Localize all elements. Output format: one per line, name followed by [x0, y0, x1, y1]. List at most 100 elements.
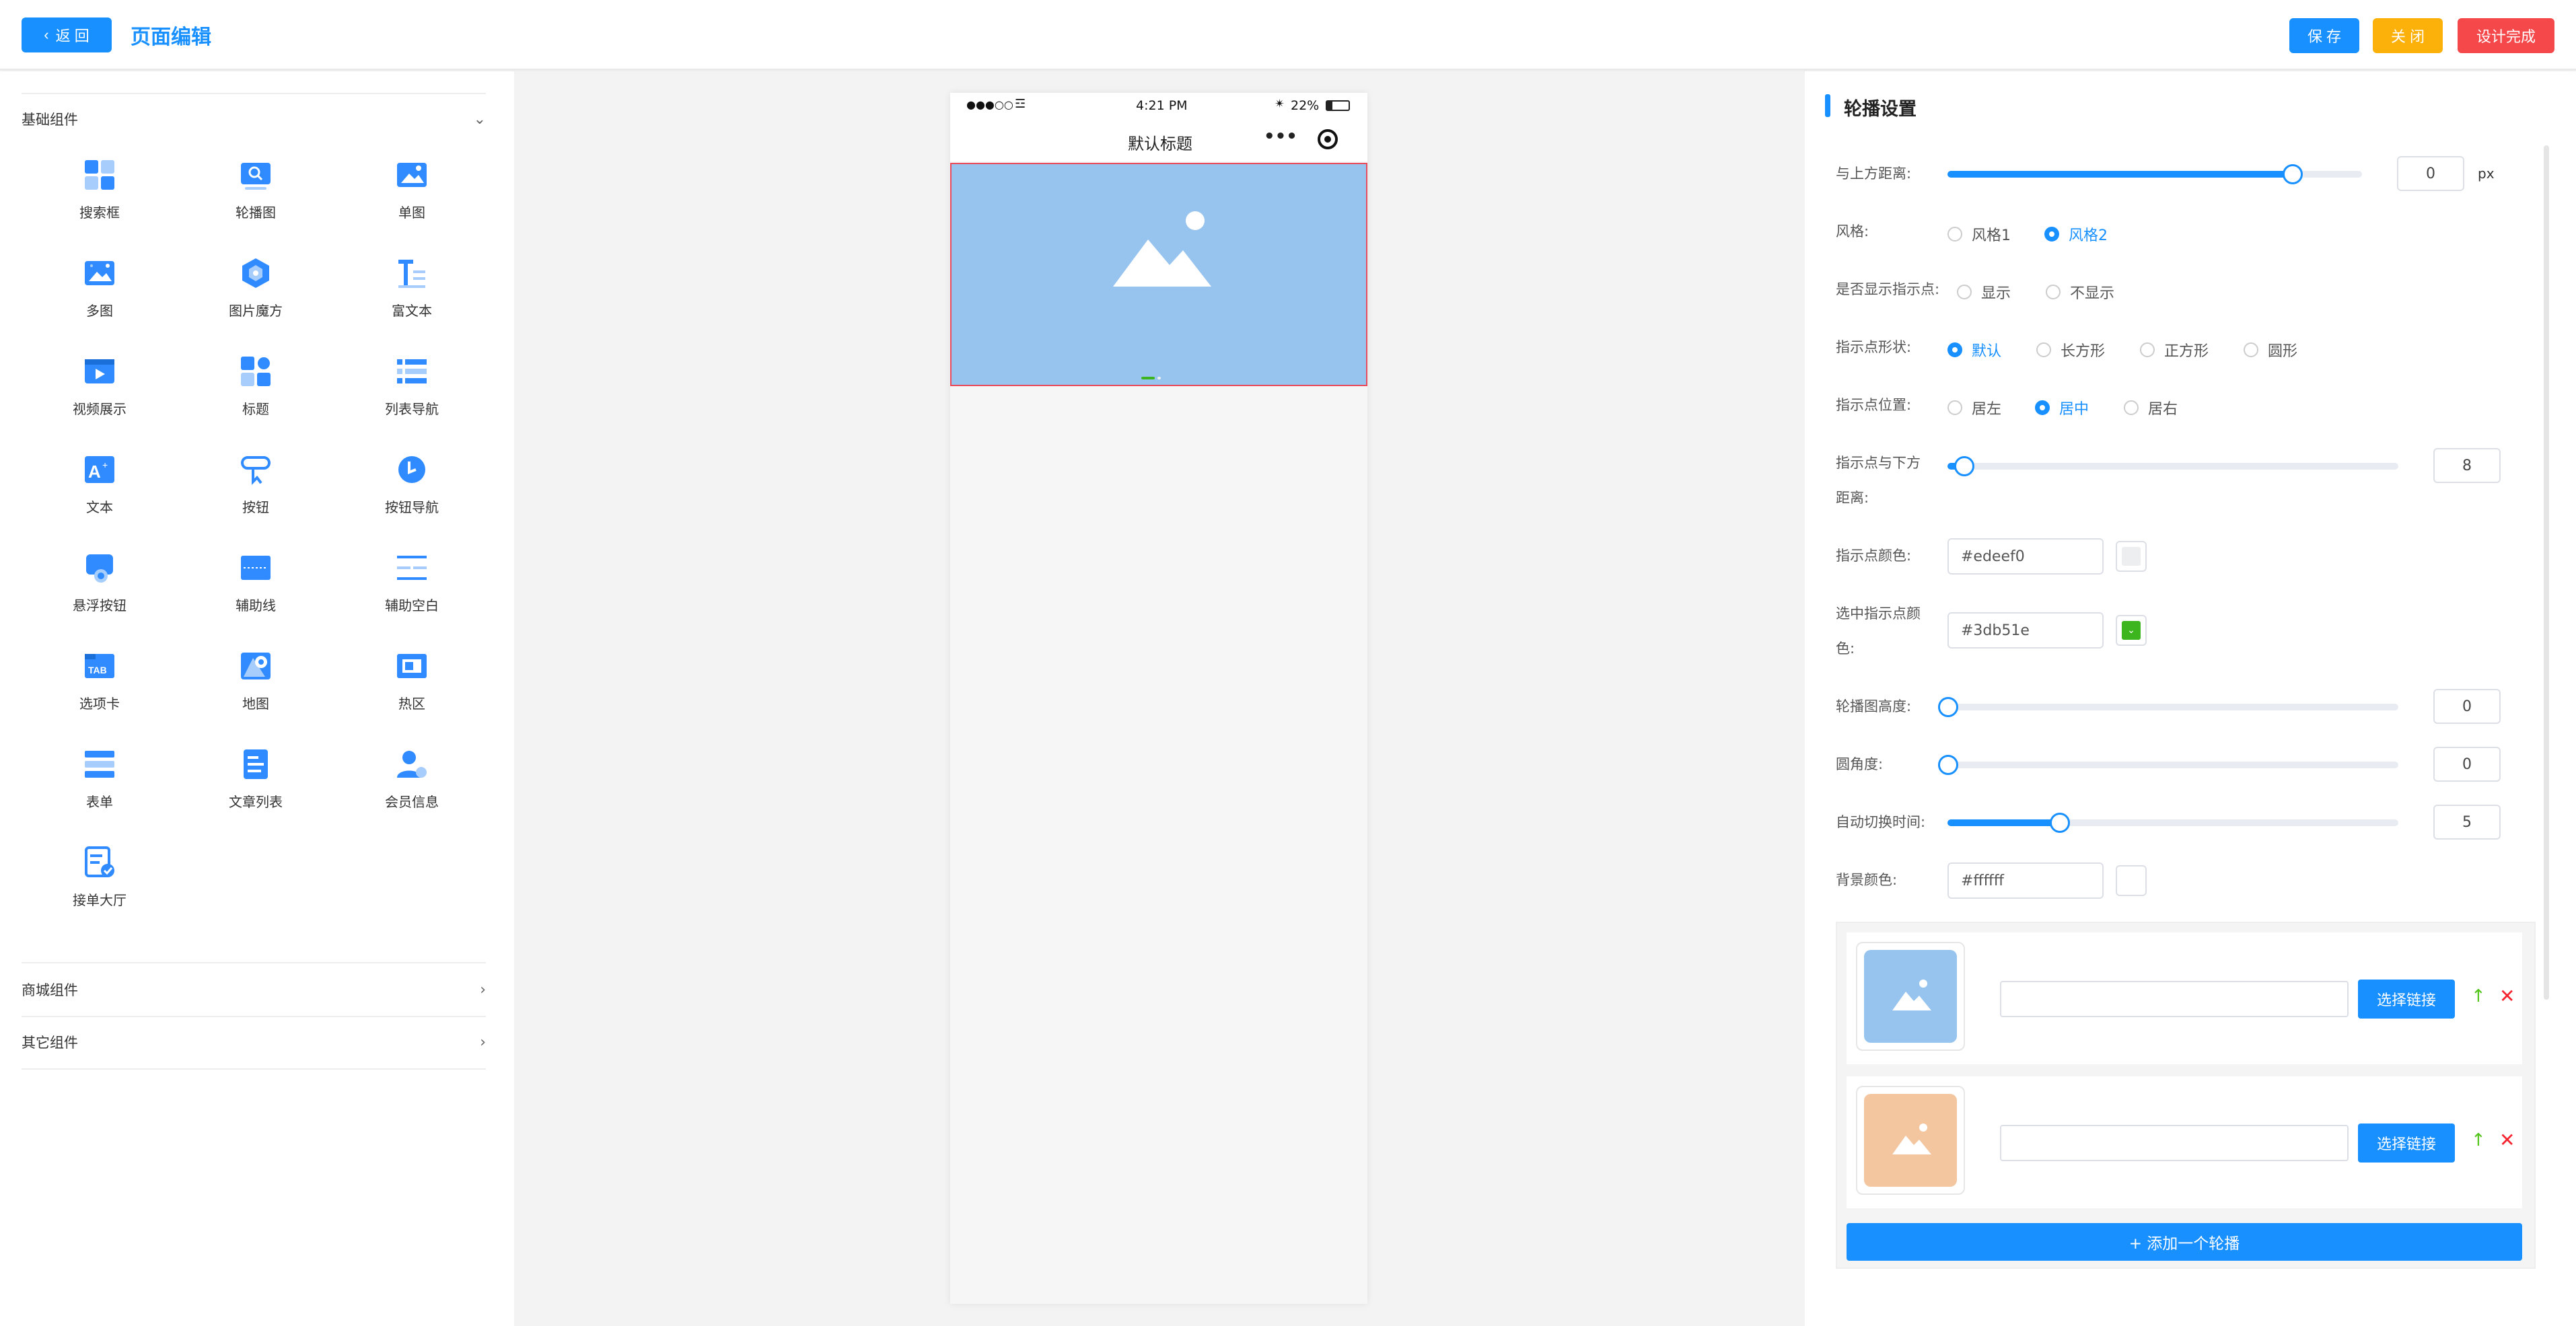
component-item[interactable]: 富文本	[334, 256, 490, 343]
status-time: 4:21 PM	[1136, 98, 1188, 113]
carousel-item: 选择链接 ↑ ✕	[1847, 932, 2522, 1064]
component-item[interactable]: 列表导航	[334, 354, 490, 441]
active-dot-color-picker[interactable]: ⌄	[2116, 615, 2147, 646]
component-item[interactable]: 表单	[22, 747, 178, 834]
top-distance-slider[interactable]	[1947, 164, 2362, 184]
carousel-item-thumbnail[interactable]	[1856, 942, 1965, 1051]
scrollbar[interactable]	[2544, 145, 2549, 1000]
component-item[interactable]: 热区	[334, 649, 490, 736]
active-dot-color-label-line2: 色:	[1836, 640, 1855, 657]
dot-color-input[interactable]: #edeef0	[1947, 538, 2104, 575]
section-mall-components[interactable]: 商城组件 ›	[22, 963, 486, 1016]
design-complete-button[interactable]: 设计完成	[2458, 18, 2554, 53]
slider-knob[interactable]	[1938, 697, 1958, 717]
remove-icon[interactable]: ✕	[2499, 985, 2515, 1007]
color-preview	[2122, 547, 2141, 566]
carousel-height-input[interactable]: 0	[2433, 689, 2501, 724]
slider-knob[interactable]	[1954, 456, 1974, 476]
bg-color-picker[interactable]	[2116, 865, 2147, 896]
component-label: 富文本	[392, 303, 432, 319]
save-button[interactable]: 保 存	[2289, 18, 2359, 53]
slider-knob[interactable]	[2283, 164, 2303, 184]
carousel-height-slider[interactable]	[1938, 697, 2398, 717]
chevron-right-icon: ›	[480, 1033, 486, 1051]
dot-shape-rect[interactable]: 长方形	[2036, 339, 2105, 361]
interval-slider[interactable]	[1947, 813, 2398, 833]
more-dots-icon[interactable]: •••	[1264, 126, 1297, 147]
carousel-item-link-input[interactable]	[2000, 981, 2349, 1017]
move-up-icon[interactable]: ↑	[2471, 1130, 2486, 1150]
single-image-icon	[394, 157, 429, 192]
carousel-item-thumbnail[interactable]	[1856, 1086, 1965, 1195]
dot-position-left[interactable]: 居左	[1947, 397, 2001, 418]
component-item[interactable]: 标题	[178, 354, 334, 441]
interval-input[interactable]: 5	[2433, 805, 2501, 840]
component-item[interactable]: 地图	[178, 649, 334, 736]
component-item[interactable]: 辅助空白	[334, 550, 490, 638]
back-button[interactable]: ‹ 返 回	[22, 17, 112, 52]
dot-color-picker[interactable]	[2116, 541, 2147, 572]
component-item[interactable]: 单图	[334, 157, 490, 245]
component-item[interactable]: 搜索框	[22, 157, 178, 245]
top-distance-input[interactable]: 0	[2397, 156, 2464, 191]
component-item[interactable]: A + 文本	[22, 452, 178, 540]
show-dots-yes[interactable]: 显示	[1957, 281, 2011, 303]
dot-bottom-slider[interactable]	[1947, 456, 2398, 476]
component-item[interactable]: 图片魔方	[178, 256, 334, 343]
close-button[interactable]: 关 闭	[2373, 18, 2443, 53]
active-dot-color-input[interactable]: #3db51e	[1947, 612, 2104, 649]
dot-shape-default[interactable]: 默认	[1947, 339, 2001, 361]
component-item[interactable]: TAB 选项卡	[22, 649, 178, 736]
component-item[interactable]: 会员信息	[334, 747, 490, 834]
component-item[interactable]: 辅助线	[178, 550, 334, 638]
dot-position-center[interactable]: 居中	[2035, 397, 2089, 418]
component-item[interactable]: 按钮	[178, 452, 334, 540]
capsule-close-icon[interactable]	[1318, 129, 1338, 149]
select-link-button[interactable]: 选择链接	[2358, 1124, 2455, 1163]
component-label: 视频展示	[73, 401, 127, 417]
svg-text:+: +	[102, 459, 108, 470]
title-accent-bar	[1825, 94, 1830, 117]
remove-icon[interactable]: ✕	[2499, 1129, 2515, 1151]
battery-icon	[1326, 100, 1350, 111]
dot-position-right[interactable]: 居右	[2124, 397, 2178, 418]
dot-bottom-input[interactable]: 8	[2433, 448, 2501, 483]
component-item[interactable]: 多图	[22, 256, 178, 343]
component-item[interactable]: 文章列表	[178, 747, 334, 834]
radio-dot	[2244, 342, 2258, 357]
component-item[interactable]: 接单大厅	[22, 845, 178, 932]
carousel-item-link-input[interactable]	[2000, 1125, 2349, 1161]
section-basic-components[interactable]: 基础组件 ⌄	[22, 93, 486, 145]
style-option-2[interactable]: 风格2	[2044, 223, 2108, 245]
section-other-components[interactable]: 其它组件 ›	[22, 1016, 486, 1068]
slider-knob[interactable]	[1938, 755, 1958, 775]
component-item[interactable]: 悬浮按钮	[22, 550, 178, 638]
svg-text:TAB: TAB	[88, 665, 107, 675]
style-option-1[interactable]: 风格1	[1947, 223, 2011, 245]
style-label: 风格:	[1836, 223, 1869, 240]
select-link-button[interactable]: 选择链接	[2358, 980, 2455, 1019]
dot-position-option-label: 居左	[1972, 401, 2002, 418]
radius-input[interactable]: 0	[2433, 747, 2501, 782]
active-dot-color-label: 选中指示点颜	[1836, 605, 1921, 622]
bg-color-input[interactable]: #ffffff	[1947, 862, 2104, 899]
interval-label: 自动切换时间:	[1836, 814, 1926, 830]
component-item[interactable]: 按钮导航	[334, 452, 490, 540]
dot-shape-square[interactable]: 正方形	[2140, 339, 2209, 361]
carousel-banner[interactable]	[950, 163, 1367, 386]
slider-knob[interactable]	[2050, 813, 2070, 833]
show-dots-no[interactable]: 不显示	[2046, 281, 2114, 303]
component-item[interactable]: 视频展示	[22, 354, 178, 441]
component-item[interactable]: 轮播图	[178, 157, 334, 245]
dot-shape-circle[interactable]: 圆形	[2244, 339, 2297, 361]
radio-dot	[2035, 400, 2050, 415]
add-carousel-button[interactable]: + 添加一个轮播	[1847, 1223, 2522, 1261]
component-label: 按钮	[242, 499, 269, 515]
move-up-icon[interactable]: ↑	[2471, 986, 2486, 1006]
section-title: 其它组件	[22, 1035, 78, 1051]
radio-dot	[1947, 342, 1962, 357]
guide-line-icon	[238, 550, 273, 585]
radius-label: 圆角度:	[1836, 756, 1884, 772]
radius-slider[interactable]	[1938, 755, 2398, 775]
image-placeholder-icon	[1864, 950, 1957, 1043]
